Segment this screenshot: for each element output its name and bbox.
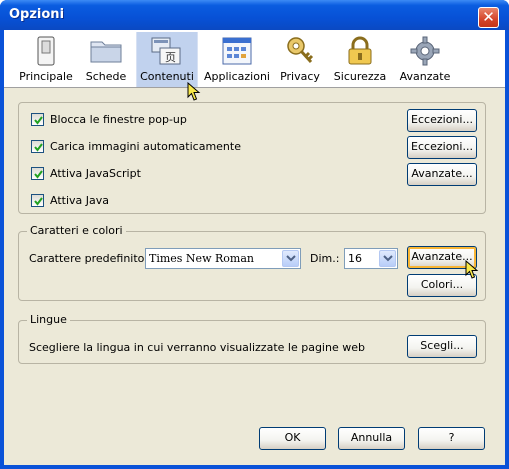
pane-label: Privacy [280,70,320,83]
svg-text:页: 页 [165,51,176,64]
cancel-button[interactable]: Annulla [338,427,405,450]
pane-schede[interactable]: Schede [78,32,134,87]
default-font-label: Carattere predefinito: [29,252,149,265]
checkbox-label: Attiva JavaScript [50,166,141,180]
checkmark-icon [34,196,43,206]
pane-principale[interactable]: Principale [16,32,76,87]
help-button[interactable]: ? [418,427,485,450]
default-font-value: Times New Roman [149,252,254,265]
applications-icon [221,36,253,69]
dropdown-button[interactable] [379,250,396,267]
pane-contenuti[interactable]: 页 Contenuti [136,32,198,87]
images-exceptions-button[interactable]: Eccezioni... [407,136,477,159]
ok-button[interactable]: OK [259,427,326,450]
gear-icon [410,36,440,69]
default-font-select[interactable]: Times New Roman [145,248,301,269]
block-popups-checkbox[interactable]: Blocca le finestre pop-up [31,111,187,127]
choose-language-button[interactable]: Scegli... [407,335,477,358]
pane-privacy[interactable]: Privacy [274,32,326,87]
close-button[interactable]: ✕ [478,7,499,28]
close-icon: ✕ [482,8,495,26]
padlock-icon [347,36,373,69]
fonts-colors-group: Caratteri e colori Carattere predefinito… [18,224,486,301]
pane-label: Sicurezza [333,70,387,83]
dialog-body: Principale Schede 页 Contenuti Applicazio… [4,30,505,465]
group-title: Lingue [27,313,70,326]
chevron-down-icon [383,255,393,262]
pane-sicurezza[interactable]: Sicurezza [330,32,390,87]
dropdown-button[interactable] [282,250,299,267]
languages-description: Scegliere la lingua in cui verranno visu… [29,341,365,354]
group-title: Caratteri e colori [27,224,126,237]
enable-javascript-checkbox[interactable]: Attiva JavaScript [31,165,141,181]
font-size-label: Dim.: [310,252,340,265]
window-title: Opzioni [9,7,65,22]
checkbox-box[interactable] [31,166,44,180]
checkmark-icon [34,115,43,125]
load-images-checkbox[interactable]: Carica immagini automaticamente [31,138,241,154]
pane-label: Applicazioni [204,70,270,83]
checkbox-box[interactable] [31,112,44,126]
options-window: Opzioni ✕ Principale Schede 页 Contenuti … [0,0,509,469]
checkmark-icon [34,142,43,152]
key-icon [285,36,315,69]
title-bar[interactable]: Opzioni ✕ [0,0,509,30]
checkmark-icon [34,169,43,179]
chevron-down-icon [286,255,296,262]
mouse-cursor-icon [465,260,479,279]
languages-group: Lingue Scegliere la lingua in cui verran… [18,313,486,364]
pane-label: Avanzate [399,70,451,83]
pane-label: Schede [85,70,127,83]
content-icon: 页 [150,36,184,69]
content-options-group: Blocca le finestre pop-up Eccezioni... C… [18,102,486,214]
checkbox-label: Blocca le finestre pop-up [50,112,187,126]
pane-applicazioni[interactable]: Applicazioni [202,32,272,87]
font-size-select[interactable]: 16 [344,248,398,269]
popup-exceptions-button[interactable]: Eccezioni... [407,109,477,132]
checkbox-label: Carica immagini automaticamente [50,139,241,153]
switch-icon [35,36,57,69]
pane-label: Principale [19,70,73,83]
pane-avanzate[interactable]: Avanzate [394,32,456,87]
enable-java-checkbox[interactable]: Attiva Java [31,192,109,208]
mouse-cursor-icon [187,82,201,101]
checkbox-label: Attiva Java [50,193,109,207]
checkbox-box[interactable] [31,139,44,153]
tabs-folder-icon [89,36,123,67]
checkbox-box[interactable] [31,193,44,207]
javascript-advanced-button[interactable]: Avanzate... [407,163,477,186]
font-size-value: 16 [348,252,362,265]
pane-toolbar: Principale Schede 页 Contenuti Applicazio… [4,30,505,88]
